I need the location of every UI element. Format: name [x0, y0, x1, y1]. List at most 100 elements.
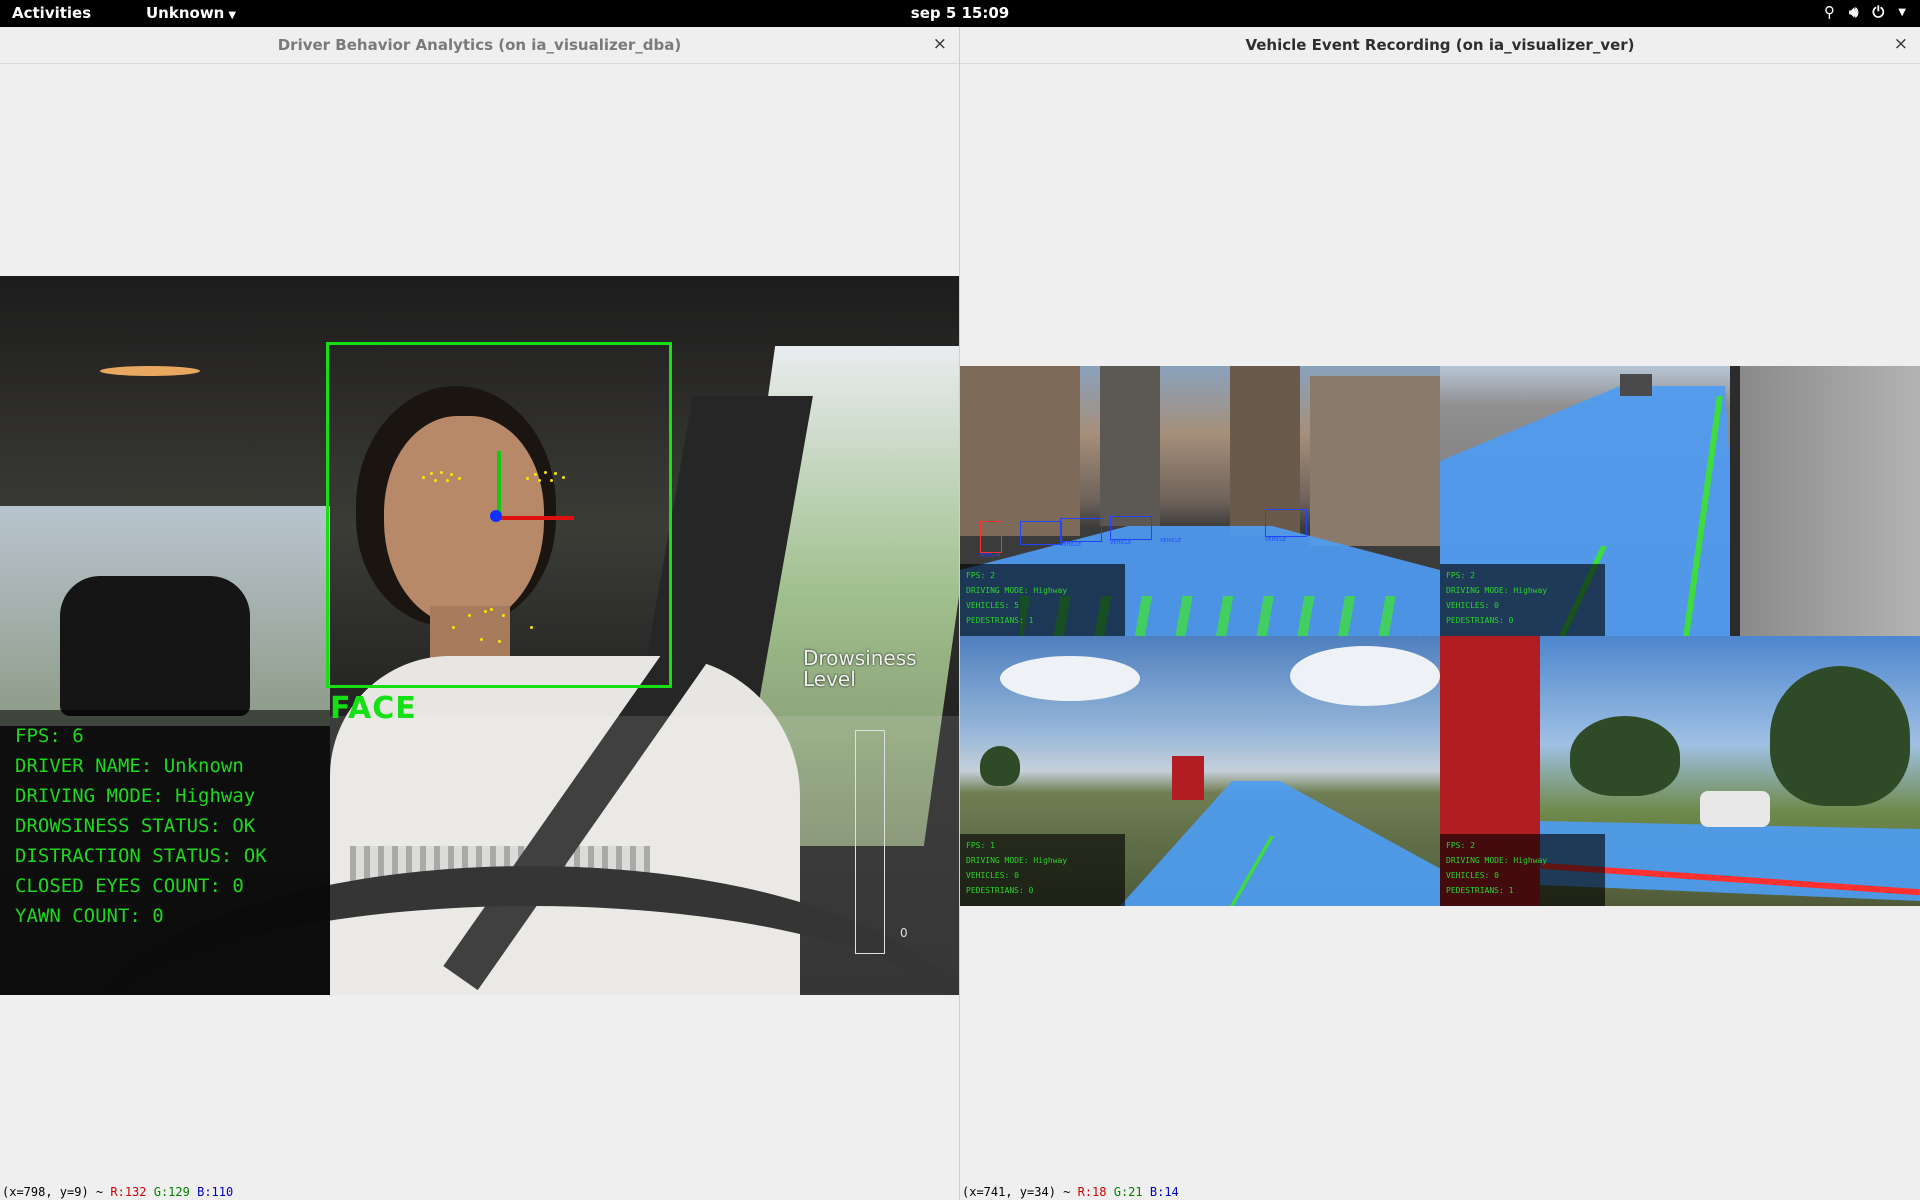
head-pose-axis-x — [500, 516, 574, 520]
vehicle-box — [1265, 509, 1307, 537]
tile-fps: FPS: 1 — [966, 841, 995, 850]
title-bar[interactable]: Driver Behavior Analytics (on ia_visuali… — [0, 27, 959, 64]
window-title: Vehicle Event Recording (on ia_visualize… — [1245, 36, 1635, 54]
tile-driving-mode: DRIVING MODE: Highway — [1446, 586, 1548, 595]
tile-pedestrians: PEDESTRIANS: 1 — [1446, 886, 1514, 895]
clock[interactable]: sep 5 15:09 — [0, 4, 1920, 22]
tile-fps: FPS: 2 — [966, 571, 995, 580]
tile-fps: FPS: 2 — [1446, 571, 1475, 580]
camera-tile-4: FPS: 2 DRIVING MODE: Highway VEHICLES: 0… — [1440, 636, 1920, 906]
tile-info: FPS: 2 DRIVING MODE: Highway VEHICLES: 0… — [1446, 568, 1547, 628]
status-r: R:18 — [1077, 1185, 1107, 1199]
close-icon[interactable]: × — [1894, 34, 1908, 54]
status-b: B:110 — [197, 1185, 234, 1199]
distraction-status-text: DISTRACTION STATUS: OK — [15, 845, 267, 867]
volume-icon: 🔊︎ — [1848, 3, 1859, 21]
tile-vehicles: VEHICLES: 5 — [966, 601, 1019, 610]
box-label: VEHICLE — [1160, 538, 1182, 544]
status-coords: (x=798, y=9) ~ — [2, 1185, 111, 1199]
drowsiness-level-label: Drowsiness Level — [803, 648, 917, 690]
camera-grid: PERSON VEHICLE VEHICLE VEHICLE VEHICLE F… — [960, 366, 1920, 906]
camera-tile-3: FPS: 1 DRIVING MODE: Highway VEHICLES: 0… — [960, 636, 1440, 906]
power-icon: ⏻ — [1872, 3, 1885, 21]
chevron-down-icon: ▼ — [1898, 6, 1906, 18]
building — [960, 366, 1080, 536]
pixel-status: (x=741, y=34) ~ R:18 G:21 B:14 — [962, 1185, 1179, 1199]
drowsiness-level-value: 0 — [900, 926, 908, 940]
house — [980, 746, 1020, 786]
tile-vehicles: VEHICLES: 0 — [1446, 871, 1499, 880]
system-tray[interactable]: ⚲ 🔊︎ ⏻ ▼ — [1824, 3, 1906, 21]
driver-camera-view: FACE FPS: 6 DRIVER NAME: Unknown DRIVING… — [0, 276, 959, 995]
driver-name-text: DRIVER NAME: Unknown — [15, 755, 244, 777]
vehicle-event-window: Vehicle Event Recording (on ia_visualize… — [960, 27, 1920, 1200]
head-pose-origin — [490, 510, 502, 522]
app-menu[interactable]: Unknown ▼ — [146, 4, 236, 22]
vehicle-box — [1020, 521, 1062, 545]
close-icon[interactable]: × — [933, 34, 947, 54]
barrier-wall — [1730, 366, 1920, 636]
driver-behavior-window: Driver Behavior Analytics (on ia_visuali… — [0, 27, 960, 1200]
status-g: G:21 — [1113, 1185, 1143, 1199]
drivable-area — [1120, 781, 1440, 906]
window-title: Driver Behavior Analytics (on ia_visuali… — [277, 36, 682, 54]
right-eye-landmarks — [524, 469, 568, 483]
headrest — [60, 576, 250, 716]
tile-info: FPS: 2 DRIVING MODE: Highway VEHICLES: 5… — [966, 568, 1067, 628]
status-g: G:129 — [153, 1185, 190, 1199]
person-box — [980, 521, 1002, 553]
tile-vehicles: VEHICLES: 0 — [1446, 601, 1499, 610]
vehicle-box — [1060, 518, 1102, 542]
box-label: VEHICLE — [1110, 540, 1132, 546]
chevron-down-icon: ▼ — [228, 10, 237, 21]
drowsiness-level-bar — [855, 730, 885, 954]
status-b: B:14 — [1149, 1185, 1179, 1199]
box-label: VEHICLE — [1265, 537, 1287, 543]
building — [1310, 376, 1440, 546]
truck — [1620, 374, 1652, 396]
building — [1100, 366, 1160, 526]
truck — [1172, 756, 1204, 800]
top-bar: Activities Unknown ▼ sep 5 15:09 ⚲ 🔊︎ ⏻ ▼ — [0, 0, 1920, 27]
camera-tile-1: PERSON VEHICLE VEHICLE VEHICLE VEHICLE F… — [960, 366, 1440, 636]
network-icon: ⚲ — [1823, 3, 1835, 21]
yawn-count-text: YAWN COUNT: 0 — [15, 905, 164, 927]
head-pose-axis-y — [497, 451, 501, 517]
driving-mode-text: DRIVING MODE: Highway — [15, 785, 256, 807]
driver-info-overlay: FPS: 6 DRIVER NAME: Unknown DRIVING MODE… — [15, 721, 267, 931]
left-eye-landmarks — [420, 469, 464, 483]
drowsiness-label-line2: Level — [803, 667, 856, 691]
activities-button[interactable]: Activities — [12, 4, 91, 22]
box-label: VEHICLE — [1060, 542, 1082, 548]
tile-info: FPS: 1 DRIVING MODE: Highway VEHICLES: 0… — [966, 838, 1067, 898]
status-r: R:132 — [110, 1185, 147, 1199]
pixel-status: (x=798, y=9) ~ R:132 G:129 B:110 — [2, 1185, 233, 1199]
cloud — [1000, 656, 1140, 701]
drowsiness-status-text: DROWSINESS STATUS: OK — [15, 815, 256, 837]
tile-pedestrians: PEDESTRIANS: 0 — [966, 886, 1034, 895]
tile-pedestrians: PEDESTRIANS: 0 — [1446, 616, 1514, 625]
tile-pedestrians: PEDESTRIANS: 1 — [966, 616, 1034, 625]
closed-eyes-count-text: CLOSED EYES COUNT: 0 — [15, 875, 244, 897]
drowsiness-label-line1: Drowsiness — [803, 646, 917, 670]
mouth-landmarks — [450, 606, 536, 650]
van — [1700, 791, 1770, 827]
fps-text: FPS: 6 — [15, 725, 84, 747]
status-coords: (x=741, y=34) ~ — [962, 1185, 1078, 1199]
app-menu-label: Unknown — [146, 4, 225, 22]
tile-info: FPS: 2 DRIVING MODE: Highway VEHICLES: 0… — [1446, 838, 1547, 898]
tile-vehicles: VEHICLES: 0 — [966, 871, 1019, 880]
tile-driving-mode: DRIVING MODE: Highway — [1446, 856, 1548, 865]
face-label: FACE — [330, 691, 417, 726]
tile-fps: FPS: 2 — [1446, 841, 1475, 850]
tree — [1770, 666, 1910, 806]
box-label: PERSON — [980, 553, 1001, 559]
title-bar[interactable]: Vehicle Event Recording (on ia_visualize… — [960, 27, 1920, 64]
tile-driving-mode: DRIVING MODE: Highway — [966, 586, 1068, 595]
camera-tile-2: FPS: 2 DRIVING MODE: Highway VEHICLES: 0… — [1440, 366, 1920, 636]
tree — [1570, 716, 1680, 796]
cabin-lamp — [100, 366, 200, 376]
vehicle-box — [1110, 516, 1152, 540]
cloud — [1290, 646, 1440, 706]
tile-driving-mode: DRIVING MODE: Highway — [966, 856, 1068, 865]
